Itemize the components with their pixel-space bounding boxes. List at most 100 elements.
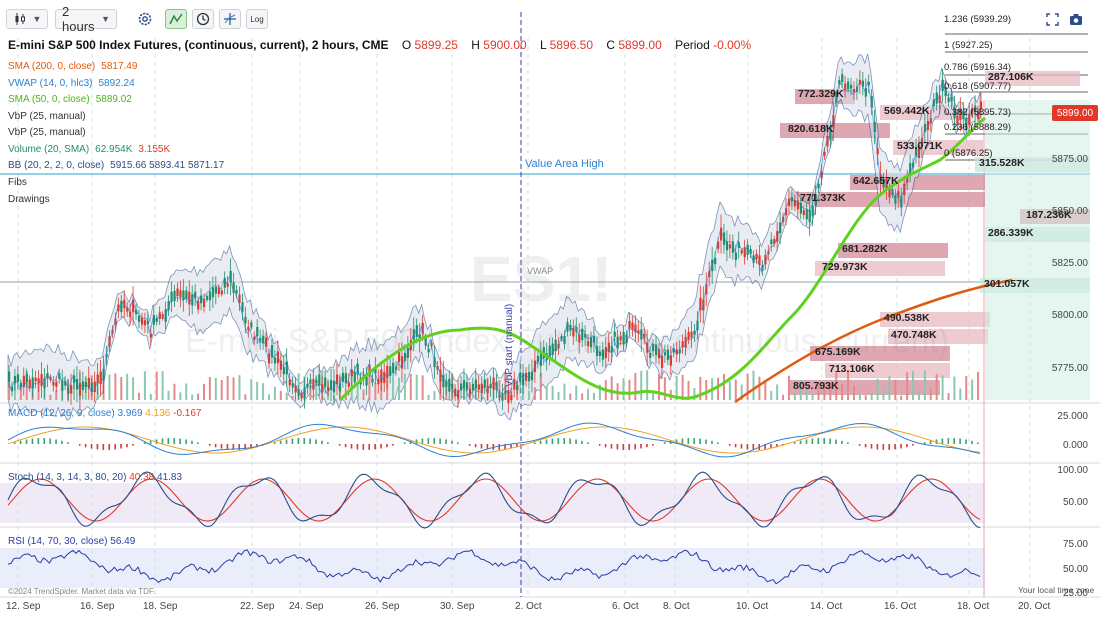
legend-volume[interactable]: Volume (20, SMA) 62.954K 3.155K [8,144,170,155]
macd-histogram-bar [197,442,199,444]
vbp-label: 569.442K [884,105,930,117]
camera-icon [1070,13,1082,25]
macd-histogram-bar [539,440,542,444]
date-tick: 30. Sep [440,601,475,612]
interval-dropdown[interactable]: 2 hours ▼ [55,4,117,34]
candle-body [96,374,99,384]
volume-bar [126,373,129,400]
date-tick: 22. Sep [240,601,275,612]
volume-bar [232,377,235,400]
volume-bar [238,375,241,400]
macd-histogram-bar [864,444,867,448]
candle-body [34,377,37,382]
fullscreen-button[interactable] [1043,9,1061,29]
candle-body [61,380,64,391]
legend-vbp-1[interactable]: VbP (25, manual) [8,111,86,122]
macd-histogram-bar [906,444,908,448]
interval-label: 2 hours [62,4,95,34]
replay-button[interactable] [192,9,214,29]
macd-histogram-bar [338,444,341,446]
volume-bar [858,394,861,400]
macd-histogram-bar [746,444,749,450]
legend-value-2: 3.155K [138,144,171,155]
volume-bar [291,395,294,400]
bar-style-dropdown[interactable]: ▼ [6,9,48,29]
candle-body [516,384,519,390]
macd-histogram-bar [817,438,820,444]
log-scale-button[interactable]: Log [246,9,268,29]
macd-histogram-bar [799,440,802,444]
vbp-label: 675.169K [815,346,861,358]
settings-button[interactable] [134,9,156,29]
macd-histogram-bar [55,439,57,444]
date-tick: 12. Sep [6,601,41,612]
macd-histogram-bar [805,439,808,444]
volume-bar [403,373,406,400]
crosshair-icon [224,13,236,25]
volume-bar [610,376,613,400]
price-tick: 5775.00 [1051,363,1088,374]
volume-bar [663,377,666,400]
volume-bar [876,378,879,400]
date-tick: 16. Sep [80,601,115,612]
timezone-label[interactable]: Your local time zone [1018,585,1094,595]
legend-bollinger[interactable]: BB (20, 2, 2, 0, close) 5915.66 5893.41 5… [8,160,224,171]
volume-bar [214,377,217,400]
legend-vbp-2[interactable]: VbP (25, manual) [8,127,86,138]
snapshot-button[interactable] [1067,9,1085,29]
candle-body [386,365,389,378]
candle-body [802,210,805,216]
legend-drawings[interactable]: Drawings [8,194,50,205]
candle-body [525,372,528,381]
volume-bar [539,373,542,400]
candle-body [152,314,155,325]
legend-sma50[interactable]: SMA (50, 0, close) 5889.02 [8,94,132,105]
volume-bar [646,370,649,400]
volume-bar [929,388,932,400]
indicators-button[interactable] [165,9,187,29]
volume-bar [167,390,170,400]
legend-vwap[interactable]: VWAP (14, 0, hlc3) 5892.24 [8,78,135,89]
volume-bar [262,383,265,400]
volume-bar [173,383,176,400]
volume-bar [208,377,211,400]
candle-body [324,377,327,387]
macd-histogram-bar [362,444,365,450]
stoch-legend[interactable]: Stoch (14, 3, 14, 3, 80, 20) 40.38 41.83 [8,472,182,483]
macd-histogram-bar [474,444,477,448]
vwap-tag: VWAP [527,266,554,276]
volume-bar [581,393,584,400]
date-tick: 18. Sep [143,601,178,612]
close-value: 5899.00 [618,38,662,52]
symbol-header: E-mini S&P 500 Index Futures, (continuou… [8,38,751,52]
macd-histogram-bar [959,438,961,444]
candle-body [25,373,28,383]
macd-legend[interactable]: MACD (12, 26, 9, close) 3.969 4.136 -0.1… [8,408,201,419]
macd-histogram-bar [971,440,973,444]
macd-histogram-bar [835,439,837,444]
volume-bar [906,372,909,400]
legend-label: Volume (20, SMA) [8,144,90,155]
volume-bar [433,390,436,400]
candle-body [137,315,141,322]
candle-body [149,333,153,338]
candle-body [120,300,123,312]
macd-histogram-bar [185,439,187,444]
volume-bar [657,373,660,400]
macd-value: 3.969 [117,408,143,419]
crosshair-button[interactable] [219,9,241,29]
legend-value: 5817.49 [101,61,138,72]
volume-bar [722,374,725,400]
macd-histogram-bar [120,444,122,449]
macd-histogram-bar [575,439,577,444]
macd-histogram-bar [37,438,40,444]
legend-fibs[interactable]: Fibs [8,177,27,188]
rsi-legend[interactable]: RSI (14, 70, 30, close) 56.49 [8,536,135,547]
macd-histogram-bar [433,438,436,444]
macd-histogram-bar [132,444,134,446]
macd-histogram-bar [220,444,223,449]
vbp-label: 286.339K [988,227,1034,239]
legend-sma200[interactable]: SMA (200, 0, close) 5817.49 [8,61,137,72]
value-area-high-label: Value Area High [525,158,604,170]
macd-histogram-bar [900,444,902,449]
